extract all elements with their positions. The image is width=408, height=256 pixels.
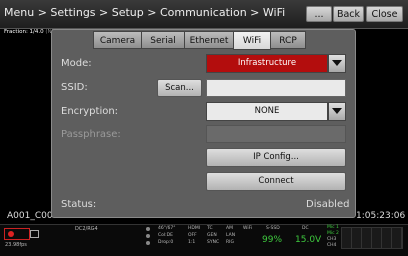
mode-dropdown-button[interactable] [328, 54, 346, 73]
audio-ch3-label: CH3 [327, 237, 337, 242]
passphrase-field [206, 125, 346, 143]
audio-ch4-label: CH4 [327, 243, 337, 248]
ip-config-button[interactable]: IP Config... [206, 148, 346, 167]
record-dot-icon [8, 231, 14, 237]
io-status-sync: SYNC [207, 240, 220, 245]
audio-ch1-label: Mic 1 [327, 225, 339, 230]
tab-camera[interactable]: Camera [93, 31, 142, 49]
encryption-select[interactable]: NONE [206, 102, 328, 121]
scan-button[interactable]: Scan... [157, 79, 202, 97]
io-status-lan: LAN [226, 233, 236, 238]
tab-rcp[interactable]: RCP [270, 31, 306, 49]
fps-readout: 23.98fps [5, 242, 27, 248]
tab-ethernet[interactable]: Ethernet [184, 31, 234, 49]
io-status-ratio: 1:1 [188, 240, 196, 245]
mode-label: Mode: [61, 58, 92, 69]
audio-meters [341, 227, 403, 249]
sensor-readout: DC2/RG4 [75, 226, 98, 232]
tab-serial[interactable]: Serial [141, 31, 185, 49]
chevron-down-icon [332, 60, 342, 66]
io-status-hdmi: HDMI [188, 226, 201, 231]
fraction-value: Fraction: 1/4.0 [4, 29, 44, 35]
drop-readout: Drop:0 [158, 240, 174, 245]
timecode: 1:05:23:06 [356, 211, 406, 221]
audio-ch2-label: Mic 2 [327, 231, 339, 236]
mode-select[interactable]: Infrastructure [206, 54, 328, 73]
settings-tabs: Camera Serial Ethernet WiFi RCP [93, 31, 306, 50]
ssid-field[interactable] [206, 79, 346, 97]
media-label: S-SSD [266, 226, 280, 231]
io-status-am: AM [226, 226, 233, 231]
io-status-off: OFF [188, 233, 197, 238]
status-value: Disabled [306, 199, 350, 210]
chevron-down-icon [332, 108, 342, 114]
indicator-dot [146, 241, 150, 245]
encryption-dropdown-button[interactable] [328, 102, 346, 121]
encryption-label: Encryption: [61, 106, 119, 117]
more-button[interactable]: ... [306, 6, 332, 22]
io-status-rig: RIG [226, 240, 234, 245]
io-status-wifi: WiFi [243, 226, 253, 231]
clip-name: A001_C00 [7, 211, 53, 221]
media-remaining: 99% [262, 235, 283, 245]
io-status-gen: GEN [207, 233, 217, 238]
record-icon [4, 228, 30, 240]
shutter-readout: 46°/67° [158, 226, 176, 231]
power-voltage: 15.0V [295, 235, 322, 245]
indicator-dot [146, 227, 150, 231]
io-status-tc: TC [207, 226, 213, 231]
close-button[interactable]: Close [366, 6, 403, 22]
power-label: DC [302, 226, 309, 231]
tab-wifi[interactable]: WiFi [233, 31, 271, 50]
back-button[interactable]: Back [333, 6, 364, 22]
status-label: Status: [61, 199, 97, 210]
passphrase-label: Passphrase: [61, 129, 121, 140]
color-readout: Col:DE [158, 233, 173, 238]
ssid-label: SSID: [61, 82, 88, 93]
screen-icon [30, 230, 39, 238]
connect-button[interactable]: Connect [206, 172, 346, 191]
breadcrumb: Menu > Settings > Setup > Communication … [4, 6, 286, 19]
indicator-dot [146, 234, 150, 238]
